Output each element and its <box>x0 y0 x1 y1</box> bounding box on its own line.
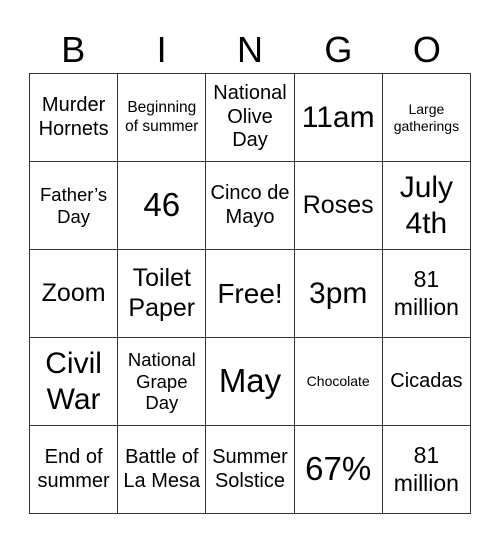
free-space-cell[interactable]: Free! <box>206 250 295 338</box>
cell-text: 46 <box>143 186 181 224</box>
bingo-cell[interactable]: 11am <box>294 74 383 162</box>
cell-text: 81 million <box>393 266 459 320</box>
cell-text: Beginning of summer <box>125 99 199 135</box>
header-letter-o: O <box>412 29 441 70</box>
cell-text: Summer Solstice <box>212 445 288 492</box>
bingo-cell[interactable]: Murder Hornets <box>30 74 119 162</box>
cell-text: National Grape Day <box>127 348 196 414</box>
cell-text: July 4th <box>399 171 454 240</box>
bingo-cell[interactable]: National Olive Day <box>206 74 295 162</box>
bingo-header: B I N G O <box>29 28 471 72</box>
bingo-grid: Murder Hornets Beginning of summer Natio… <box>29 73 471 514</box>
bingo-cell[interactable]: 81 million <box>382 426 471 514</box>
bingo-cell[interactable]: 46 <box>118 162 207 250</box>
cell-text: 81 million <box>393 442 459 496</box>
cell-text: Cicadas <box>390 369 463 392</box>
bingo-cell[interactable]: Chocolate <box>294 338 383 426</box>
bingo-cell[interactable]: Zoom <box>30 250 119 338</box>
cell-text: 3pm <box>309 276 368 310</box>
cell-text: Roses <box>302 190 374 219</box>
cell-text: Father’s Day <box>40 183 108 227</box>
cell-text: Murder Hornets <box>38 93 109 140</box>
header-letter-n: N <box>237 29 264 70</box>
bingo-cell[interactable]: Large gatherings <box>382 74 471 162</box>
cell-text: Zoom <box>41 278 106 307</box>
cell-text: National Olive Day <box>213 82 287 152</box>
bingo-cell[interactable]: May <box>206 338 295 426</box>
cell-text: Chocolate <box>306 373 370 390</box>
bingo-cell[interactable]: Civil War <box>30 338 119 426</box>
bingo-cell[interactable]: 3pm <box>294 250 383 338</box>
bingo-cell[interactable]: Cinco de Mayo <box>206 162 295 250</box>
cell-text: May <box>218 362 282 400</box>
cell-text: Battle of La Mesa <box>123 445 201 492</box>
cell-text: 67% <box>305 450 372 488</box>
cell-text: 11am <box>301 100 375 134</box>
cell-text: Cinco de Mayo <box>210 181 290 228</box>
bingo-cell[interactable]: 67% <box>294 426 383 514</box>
bingo-cell[interactable]: Cicadas <box>382 338 471 426</box>
cell-text: Civil War <box>45 347 102 416</box>
bingo-cell[interactable]: Toilet Paper <box>118 250 207 338</box>
header-letter-i: I <box>156 29 167 70</box>
bingo-cell[interactable]: Summer Solstice <box>206 426 295 514</box>
bingo-cell[interactable]: 81 million <box>382 250 471 338</box>
cell-text: Free! <box>217 277 283 309</box>
bingo-cell[interactable]: Beginning of summer <box>118 74 207 162</box>
cell-text: End of summer <box>37 445 110 492</box>
bingo-cell[interactable]: July 4th <box>382 162 471 250</box>
bingo-cell[interactable]: End of summer <box>30 426 119 514</box>
bingo-cell[interactable]: National Grape Day <box>118 338 207 426</box>
bingo-cell[interactable]: Father’s Day <box>30 162 119 250</box>
header-letter-b: B <box>61 29 86 70</box>
cell-text: Toilet Paper <box>128 264 196 322</box>
bingo-cell[interactable]: Roses <box>294 162 383 250</box>
header-letter-g: G <box>324 29 353 70</box>
cell-text: Large gatherings <box>393 100 460 134</box>
bingo-cell[interactable]: Battle of La Mesa <box>118 426 207 514</box>
